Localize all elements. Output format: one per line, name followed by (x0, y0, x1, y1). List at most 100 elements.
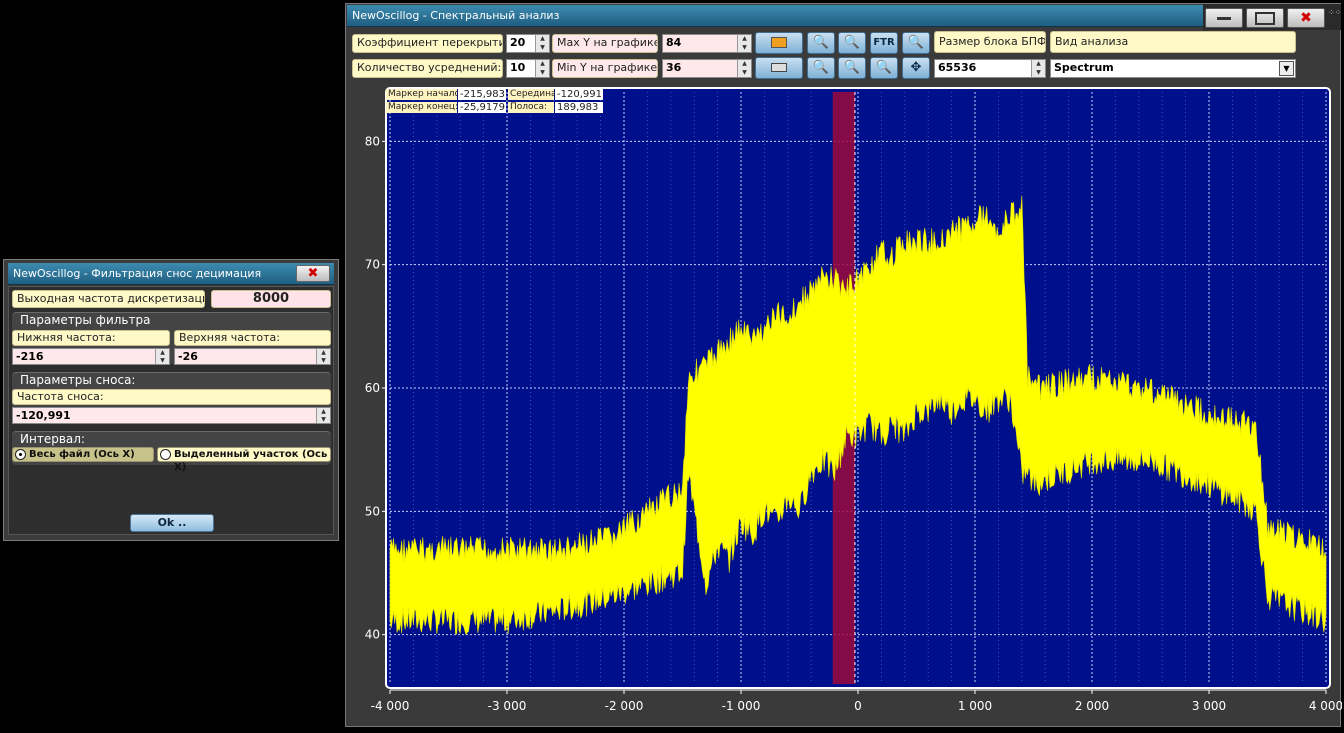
avg-value: 10 (510, 61, 526, 74)
filter-window-title-text: NewOscillog - Фильтрация снос децимация (13, 267, 262, 280)
analysis-label: Вид анализа (1050, 31, 1296, 53)
y-tick-label: 40 (365, 628, 380, 642)
minimize-button[interactable] (1205, 8, 1243, 28)
filter-window-title: NewOscillog - Фильтрация снос децимация … (8, 263, 334, 285)
fft-size-input[interactable]: 65536 ▲ ▼ (934, 59, 1046, 78)
shift-freq-input[interactable]: -120,991 ▲ ▼ (12, 407, 331, 424)
x-axis: -4 000 -3 000 -2 000 -1 000 0 1 000 2 000 3 000… (371, 689, 1342, 713)
overlap-stepper[interactable]: ▲ ▼ (535, 35, 549, 52)
miny-value: 36 (666, 61, 682, 74)
print-button[interactable] (755, 57, 803, 79)
x-tick-label: 2 000 (1075, 699, 1109, 713)
low-freq-value: -216 (16, 350, 44, 363)
export-image-button[interactable] (755, 32, 803, 54)
shift-freq-value: -120,991 (16, 409, 71, 422)
overlap-label: Коэффициент перекрытия: (352, 34, 503, 53)
maxy-value: 84 (666, 36, 682, 49)
avg-input[interactable]: 10 ▲ ▼ (506, 59, 550, 78)
high-freq-input[interactable]: -26 ▲ ▼ (174, 348, 331, 365)
miny-input[interactable]: 36 ▲ ▼ (662, 59, 752, 78)
fft-size-value: 65536 (938, 61, 977, 74)
y-tick-label: 60 (365, 381, 380, 395)
marker-end-label: Маркер конец: (386, 102, 459, 113)
marker-start-label: Маркер начало: (386, 89, 464, 100)
x-tick-label: 4 000 (1309, 699, 1342, 713)
move-icon: ✥ (910, 60, 922, 75)
marker-start-value: -215,983 (458, 89, 506, 100)
y-tick-label: 50 (365, 504, 380, 518)
zoom-reset-icon: 🔍 (875, 60, 893, 75)
x-tick-label: 1 000 (958, 699, 992, 713)
ftr-button[interactable]: FTR (870, 32, 898, 54)
overlap-input[interactable]: 20 ▲ ▼ (506, 34, 550, 53)
spectrum-window-title: NewOscillog - Спектральный анализ (347, 5, 1203, 27)
marker-band-label: Полоса: (508, 102, 554, 113)
x-tick-label: -1 000 (722, 699, 761, 713)
ftr-label: FTR (873, 37, 895, 48)
filter-params-label: Параметры фильтра (20, 313, 151, 327)
image-icon (771, 37, 787, 48)
zoom-fit-icon: 🔍 (907, 35, 925, 50)
marker-mid-label: Середина: (508, 89, 560, 100)
maxy-label: Max Y на графике: (552, 34, 658, 53)
zoom-center-button[interactable]: ✥ (902, 57, 930, 79)
fft-size-stepper[interactable]: ▲ ▼ (1031, 60, 1045, 77)
x-tick-label: 3 000 (1192, 699, 1226, 713)
y-axis: 40 50 60 70 80 (365, 134, 386, 642)
high-freq-stepper[interactable]: ▲ ▼ (316, 349, 330, 364)
maxy-input[interactable]: 84 ▲ ▼ (662, 34, 752, 53)
x-tick-label: -3 000 (488, 699, 527, 713)
zoom-out-y-button[interactable]: 🔍 (838, 57, 866, 79)
spectrum-chart[interactable]: -4 000 -3 000 -2 000 -1 000 0 1 000 2 000 3 000… (346, 84, 1342, 724)
marker-band-value: 189,983 (555, 102, 603, 113)
marker-mid-value: -120,991 (555, 89, 603, 100)
output-rate-value[interactable]: 8000 (211, 290, 331, 308)
close-icon: ✖ (1300, 10, 1312, 26)
radio-dot (15, 449, 26, 460)
zoom-out-icon: 🔍 (843, 60, 861, 75)
shift-freq-stepper[interactable]: ▲ ▼ (316, 408, 330, 423)
zoom-in-y-button[interactable]: 🔍 (807, 57, 835, 79)
avg-label: Количество усреднений: (352, 59, 503, 78)
zoom-in-icon: 🔍 (812, 35, 830, 50)
interval-whole-file-radio[interactable]: Весь файл (Ось Х) (12, 447, 154, 462)
low-freq-stepper[interactable]: ▲ ▼ (155, 349, 169, 364)
zoom-in-x-button[interactable]: 🔍 (807, 32, 835, 54)
overlap-value: 20 (510, 36, 526, 49)
high-freq-label: Верхняя частота: (174, 330, 331, 346)
zoom-reset-button[interactable]: 🔍 (870, 57, 898, 79)
output-rate-label: Выходная частота дискретизации: (12, 290, 205, 308)
close-icon: ✖ (307, 266, 319, 281)
spectrum-close-button[interactable]: ✖ (1287, 8, 1325, 28)
low-freq-label: Нижняя частота: (12, 330, 170, 346)
print-icon (771, 63, 787, 72)
filter-close-button[interactable]: ✖ (296, 265, 330, 282)
chevron-down-icon[interactable]: ▼ (1279, 61, 1294, 76)
spectrum-window-title-text: NewOscillog - Спектральный анализ (352, 9, 560, 22)
y-tick-label: 70 (365, 258, 380, 272)
grip-icon: ⁘⁘ (1328, 8, 1342, 17)
maxy-stepper[interactable]: ▲ ▼ (737, 35, 751, 52)
miny-label: Min Y на графике: (552, 59, 658, 78)
low-freq-input[interactable]: -216 ▲ ▼ (12, 348, 170, 365)
avg-stepper[interactable]: ▲ ▼ (535, 60, 549, 77)
zoom-out-icon: 🔍 (843, 35, 861, 50)
ok-button[interactable]: Ok .. (130, 514, 214, 532)
minimize-icon (1217, 17, 1231, 20)
interval-label: Интервал: (20, 432, 85, 446)
marker-readout: Маркер начало: -215,983 Середина: -120,9… (386, 89, 603, 115)
interval-selection-label: Выделенный участок (Ось Х) (174, 449, 328, 473)
interval-whole-file-label: Весь файл (Ось Х) (29, 449, 135, 460)
interval-selection-radio[interactable]: Выделенный участок (Ось Х) (157, 447, 331, 473)
analysis-select[interactable]: Spectrum ▼ (1050, 59, 1296, 78)
analysis-value: Spectrum (1054, 61, 1114, 74)
miny-stepper[interactable]: ▲ ▼ (737, 60, 751, 77)
filter-panel: Выходная частота дискретизации: 8000 Пар… (8, 286, 334, 535)
shift-params-label: Параметры сноса: (20, 373, 136, 387)
zoom-fit-x-button[interactable]: 🔍 (902, 32, 930, 54)
y-tick-label: 80 (365, 134, 380, 148)
maximize-button[interactable] (1246, 8, 1284, 28)
marker-end-value: -25,9179 (458, 102, 506, 113)
high-freq-value: -26 (178, 350, 198, 363)
zoom-out-x-button[interactable]: 🔍 (838, 32, 866, 54)
